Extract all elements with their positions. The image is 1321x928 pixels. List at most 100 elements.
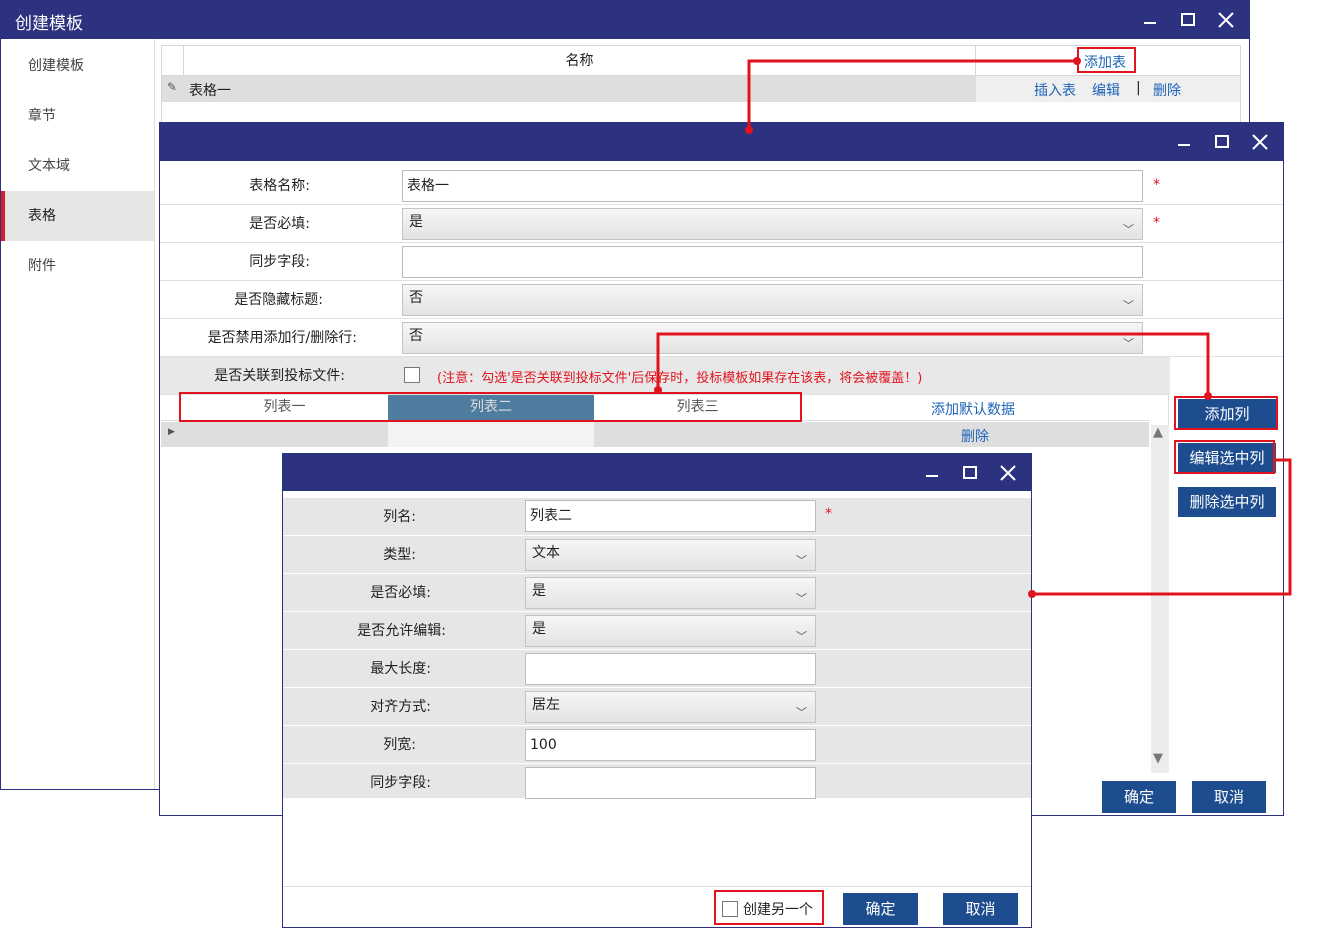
- delete-row-link[interactable]: 删除: [961, 426, 989, 446]
- form-row-type: 类型: 文本 ﹀: [283, 536, 1031, 574]
- field-label: 是否必填:: [370, 585, 431, 601]
- scroll-up-icon[interactable]: ▲: [1153, 425, 1163, 440]
- table-row-name: 表格一: [189, 83, 231, 99]
- add-column-button[interactable]: 添加列: [1178, 399, 1276, 429]
- add-table-link[interactable]: 添加表: [1084, 52, 1126, 72]
- vertical-scrollbar[interactable]: ▲ ▼: [1151, 425, 1169, 773]
- select-value: 是: [532, 583, 546, 599]
- create-another-checkbox[interactable]: [722, 901, 738, 917]
- sync-field-input[interactable]: [525, 767, 816, 799]
- delete-link[interactable]: 删除: [1153, 80, 1181, 100]
- footer: [283, 886, 1031, 887]
- editable-select[interactable]: 是 ﹀: [525, 615, 816, 647]
- required-star: *: [825, 506, 832, 522]
- maximize-icon[interactable]: [957, 460, 983, 486]
- field-label: 是否允许编辑:: [357, 623, 446, 639]
- select-value: 文本: [532, 545, 560, 561]
- chevron-down-icon: ﹀: [796, 706, 807, 719]
- field-label: 对齐方式:: [370, 699, 431, 715]
- add-default-data-link[interactable]: 添加默认数据: [931, 399, 1015, 419]
- insert-table-link[interactable]: 插入表: [1034, 80, 1076, 100]
- required-star: *: [1153, 215, 1160, 231]
- form-row-alignment: 对齐方式: 居左 ﹀: [283, 688, 1031, 726]
- form-row-editable: 是否允许编辑: 是 ﹀: [283, 612, 1031, 650]
- data-row[interactable]: ▶ 删除: [161, 422, 1149, 447]
- pencil-icon: ✎: [167, 80, 178, 94]
- column-header-3[interactable]: 列表三: [594, 395, 801, 420]
- ok-button[interactable]: 确定: [1102, 781, 1176, 813]
- column-header-2-selected[interactable]: 列表二: [388, 395, 594, 420]
- form-row-sync: 同步字段:: [160, 243, 1283, 281]
- cancel-button[interactable]: 取消: [1192, 781, 1266, 813]
- chevron-down-icon: ﹀: [796, 592, 807, 605]
- scroll-down-icon[interactable]: ▼: [1153, 751, 1163, 766]
- type-select[interactable]: 文本 ﹀: [525, 539, 816, 571]
- chevron-down-icon: ﹀: [1123, 299, 1134, 312]
- field-label: 同步字段:: [370, 775, 431, 791]
- minimize-icon[interactable]: [1137, 7, 1163, 33]
- column-header-1[interactable]: 列表一: [181, 395, 388, 420]
- close-icon[interactable]: [1213, 7, 1239, 33]
- title-bar: [283, 454, 1031, 491]
- field-label: 是否禁用添加行/删除行:: [207, 330, 357, 346]
- select-value: 是: [532, 621, 546, 637]
- column-name-input[interactable]: 列表二: [525, 500, 816, 532]
- delete-selected-column-button[interactable]: 删除选中列: [1178, 487, 1276, 517]
- sidebar-item-attachment[interactable]: 附件: [1, 241, 154, 291]
- column-edit-window: 列名: 列表二 * 类型: 文本 ﹀ 是否必填: 是 ﹀ 是否允许编辑: 是 ﹀ 最大…: [282, 453, 1032, 928]
- edit-link[interactable]: 编辑: [1092, 80, 1120, 100]
- create-another-label: 创建另一个: [743, 902, 813, 918]
- field-label: 是否关联到投标文件:: [214, 368, 345, 384]
- maximize-icon[interactable]: [1175, 7, 1201, 33]
- sidebar-item-create-template[interactable]: 创建模板: [1, 41, 154, 91]
- field-label: 是否必填:: [249, 216, 310, 232]
- form-row-required: 是否必填: 是 ﹀ *: [160, 205, 1283, 243]
- ok-button[interactable]: 确定: [843, 893, 918, 925]
- maximize-icon[interactable]: [1209, 129, 1235, 155]
- cancel-button[interactable]: 取消: [943, 893, 1018, 925]
- minimize-icon[interactable]: [1171, 129, 1197, 155]
- required-select[interactable]: 是 ﹀: [402, 208, 1143, 240]
- select-value: 否: [409, 328, 423, 344]
- required-star: *: [1153, 177, 1160, 193]
- link-bid-note: (注意：勾选'是否关联到投标文件'后保存时，投标模板如果存在该表，将会被覆盖！): [437, 371, 923, 386]
- hide-title-select[interactable]: 否 ﹀: [402, 284, 1143, 316]
- field-label: 是否隐藏标题:: [234, 292, 323, 308]
- table-row[interactable]: ✎ 表格一 插入表 编辑 | 删除: [162, 76, 1240, 102]
- minimize-icon[interactable]: [919, 460, 945, 486]
- row-pointer-icon: ▶: [168, 427, 175, 437]
- form-row-max-length: 最大长度:: [283, 650, 1031, 688]
- link-bid-checkbox[interactable]: [404, 367, 420, 383]
- sidebar: 创建模板 章节 文本域 表格 附件: [1, 39, 155, 789]
- alignment-select[interactable]: 居左 ﹀: [525, 691, 816, 723]
- separator: |: [1136, 80, 1141, 96]
- form-row-sync: 同步字段:: [283, 764, 1031, 802]
- close-icon[interactable]: [995, 460, 1021, 486]
- edit-selected-column-button[interactable]: 编辑选中列: [1178, 443, 1276, 473]
- sidebar-item-chapter[interactable]: 章节: [1, 91, 154, 141]
- title-bar: [160, 123, 1283, 161]
- chevron-down-icon: ﹀: [1123, 337, 1134, 350]
- disable-rows-select[interactable]: 否 ﹀: [402, 322, 1143, 354]
- field-label: 同步字段:: [249, 254, 310, 270]
- form-row-table-name: 表格名称: 表格一 *: [160, 167, 1283, 205]
- sync-field-input[interactable]: [402, 246, 1143, 278]
- table-name-input[interactable]: 表格一: [402, 170, 1143, 202]
- required-select[interactable]: 是 ﹀: [525, 577, 816, 609]
- form-row-col-name: 列名: 列表二 *: [283, 498, 1031, 536]
- column-header-row: 列表一 列表二 列表三 添加默认数据: [161, 395, 1149, 421]
- title-bar: 创建模板: [1, 1, 1249, 39]
- close-icon[interactable]: [1247, 129, 1273, 155]
- column-width-input[interactable]: 100: [525, 729, 816, 761]
- max-length-input[interactable]: [525, 653, 816, 685]
- field-label: 列宽:: [383, 737, 416, 753]
- sidebar-item-table[interactable]: 表格: [1, 191, 154, 241]
- table-list-grid: 名称 添加表 ✎ 表格一 插入表 编辑 | 删除: [161, 45, 1241, 123]
- chevron-down-icon: ﹀: [796, 554, 807, 567]
- field-label: 类型:: [383, 547, 416, 563]
- sidebar-item-text-field[interactable]: 文本域: [1, 141, 154, 191]
- chevron-down-icon: ﹀: [796, 630, 807, 643]
- chevron-down-icon: ﹀: [1123, 223, 1134, 236]
- column-form: 列名: 列表二 * 类型: 文本 ﹀ 是否必填: 是 ﹀ 是否允许编辑: 是 ﹀ 最大…: [283, 498, 1031, 799]
- form-row-hide-title: 是否隐藏标题: 否 ﹀: [160, 281, 1283, 319]
